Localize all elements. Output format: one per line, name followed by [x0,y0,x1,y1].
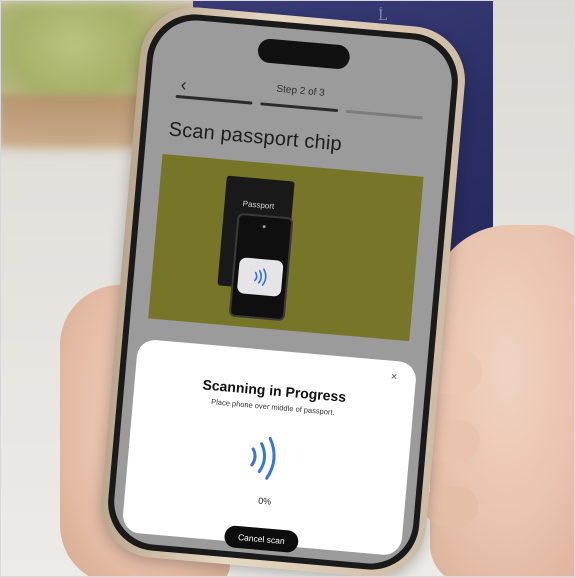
step-progress-segment [260,102,338,113]
illustration-nfc-badge [236,257,284,297]
passport-cover-text: Ĺ [378,8,390,24]
cancel-scan-button[interactable]: Cancel scan [223,524,300,554]
page-title: Scan passport chip [167,118,343,156]
step-progress-segment [175,94,253,105]
close-icon[interactable]: × [388,370,401,384]
nfc-waves-icon [254,268,267,286]
smartphone: ‹ Step 2 of 3 Scan passport chip Passpor… [96,2,470,577]
phone-screen: ‹ Step 2 of 3 Scan passport chip Passpor… [110,16,456,568]
phone-bezel: ‹ Step 2 of 3 Scan passport chip Passpor… [104,10,462,574]
scan-progress-percent: 0% [257,495,272,507]
right-hand-finger [424,486,478,526]
step-progress-segment [345,109,423,120]
scanning-bottom-sheet: × Scanning in Progress Place phone over … [121,338,418,557]
photo-scene: Ĺ A ‹ Step 2 of 3 Scan passport chip Pas… [0,0,575,577]
nfc-waves-icon [250,436,276,480]
illustration-phone-camera [262,224,266,229]
scan-instruction-illustration: Passport [148,153,424,342]
illustration-passport-label: Passport [242,199,275,211]
step-indicator-label: Step 2 of 3 [275,83,326,99]
dynamic-island [256,37,351,70]
